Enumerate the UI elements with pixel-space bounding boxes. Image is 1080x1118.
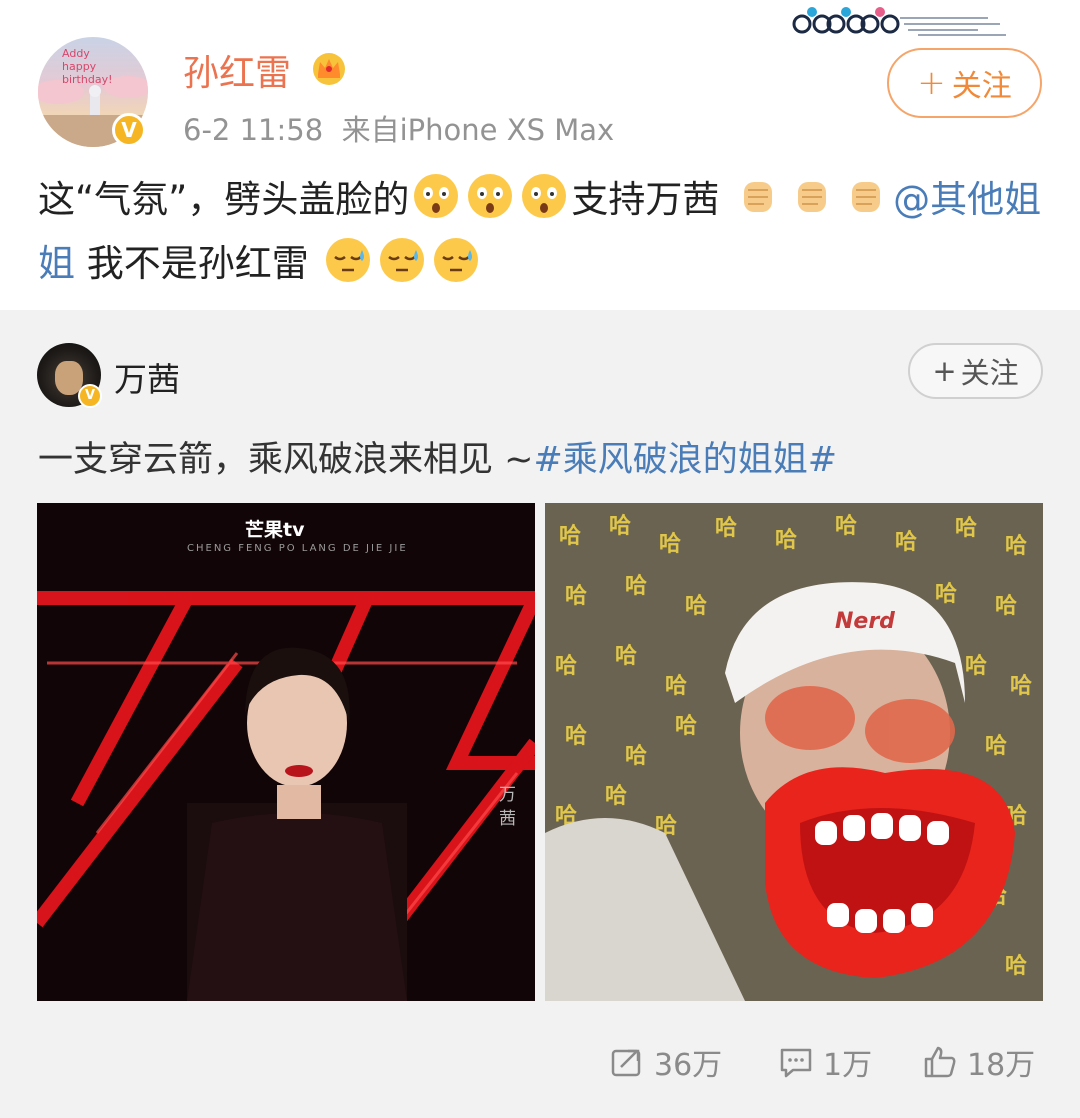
repost-text: 一支穿云箭，乘风破浪来相见 ~#乘风破浪的姐姐# [38,431,837,482]
svg-text:哈: 哈 [559,523,581,549]
repost-follow-label: 关注 [960,356,1019,390]
avatar-caption: Addy happy birthday! [62,47,148,86]
photo-artwork-icon: 哈哈哈哈哈哈哈哈哈 哈哈哈哈哈 哈哈哈哈哈 哈哈哈哈 哈哈哈哈 哈哈哈 哈哈 N… [545,503,1043,1001]
svg-text:哈: 哈 [1010,673,1032,699]
post-text-part3: 我不是孙红雷 [75,242,309,285]
shocked-emoji-icon [522,174,567,218]
svg-text:哈: 哈 [995,593,1017,619]
poster-artwork-icon [37,503,535,1001]
emoji-group-sweat [321,238,483,285]
comment-action[interactable]: 1万 [779,1032,872,1092]
sweat-emoji-icon [433,238,478,282]
repost-author-name[interactable]: 万茜 [114,353,180,401]
post-text-part1: 这“气氛”，劈头盖脸的 [38,178,410,221]
emoji-group-shocked [409,174,571,221]
repost-follow-button[interactable]: + 关注 [908,343,1043,399]
post-meta: 6-2 11:58 来自iPhone XS Max [183,107,614,149]
hashtag-link[interactable]: #乘风破浪的姐姐# [533,440,837,480]
svg-text:哈: 哈 [565,723,587,749]
svg-text:哈: 哈 [895,529,917,555]
post-time: 6-2 11:58 [183,113,324,147]
like-count: 18万 [967,1048,1036,1083]
svg-text:哈: 哈 [625,743,647,769]
poster-name: 万茜 [499,785,516,829]
svg-text:哈: 哈 [1005,953,1027,979]
mango-tv-logo: 芒果tv [245,519,305,541]
comment-icon [780,1048,812,1078]
repost-action[interactable]: 36万 [610,1032,722,1092]
decoration-bikes-icon [792,7,1006,36]
avatar-caption-line2: happy birthday! [62,60,113,86]
follow-label: 关注 [951,69,1012,104]
svg-text:哈: 哈 [965,653,987,679]
like-action[interactable]: 18万 [923,1032,1035,1092]
sweat-emoji-icon [325,238,370,282]
repost-verified-badge-icon: V [78,384,102,408]
svg-text:哈: 哈 [955,515,977,541]
svg-text:Nerd: Nerd [835,609,895,634]
repost-image-2[interactable]: 哈哈哈哈哈哈哈哈哈 哈哈哈哈哈 哈哈哈哈哈 哈哈哈哈 哈哈哈哈 哈哈哈 哈哈 N… [545,503,1043,1001]
svg-text:哈: 哈 [665,673,687,699]
svg-text:哈: 哈 [675,713,697,739]
post-text-part2: 支持万茜 [571,178,720,221]
svg-text:哈: 哈 [1005,533,1027,559]
svg-text:哈: 哈 [615,643,637,669]
repost-count: 36万 [654,1048,723,1083]
action-bar: 36万 1万 18万 [0,1032,1080,1092]
svg-text:哈: 哈 [985,733,1007,759]
emoji-group-fist [731,178,893,221]
poster-subtitle: CHENG FENG PO LANG DE JIE JIE [187,543,408,554]
author-name[interactable]: 孙红雷 [183,44,291,96]
plus-icon: + [932,354,957,388]
svg-text:哈: 哈 [685,593,707,619]
svg-text:哈: 哈 [659,531,681,557]
plus-icon: + [917,63,946,103]
repost-text-body: 一支穿云箭，乘风破浪来相见 ~ [38,440,534,480]
svg-text:哈: 哈 [775,527,797,553]
fist-emoji-icon [744,182,773,212]
shocked-emoji-icon [468,174,513,218]
svg-text:哈: 哈 [555,653,577,679]
post-text: 这“气氛”，劈头盖脸的 支持万茜 @其他姐姐 我不是孙红雷 [38,168,1048,296]
follow-button[interactable]: + 关注 [887,48,1042,118]
svg-text:哈: 哈 [609,513,631,539]
post-source: 来自iPhone XS Max [341,113,615,147]
thumbs-up-icon [924,1046,956,1078]
shocked-emoji-icon [414,174,459,218]
crown-icon [313,53,345,85]
svg-text:哈: 哈 [715,515,737,541]
sweat-emoji-icon [379,238,424,282]
svg-text:哈: 哈 [935,581,957,607]
avatar-caption-line1: Addy [62,47,90,60]
svg-text:哈: 哈 [835,513,857,539]
svg-text:哈: 哈 [625,573,647,599]
share-icon [611,1049,641,1077]
svg-text:哈: 哈 [565,583,587,609]
fist-emoji-icon [798,182,827,212]
comment-count: 1万 [823,1048,873,1083]
svg-text:哈: 哈 [605,783,627,809]
verified-badge-icon: V [112,113,146,147]
fist-emoji-icon [852,182,881,212]
repost-image-1[interactable]: 芒果tv CHENG FENG PO LANG DE JIE JIE 万茜 [37,503,535,1001]
